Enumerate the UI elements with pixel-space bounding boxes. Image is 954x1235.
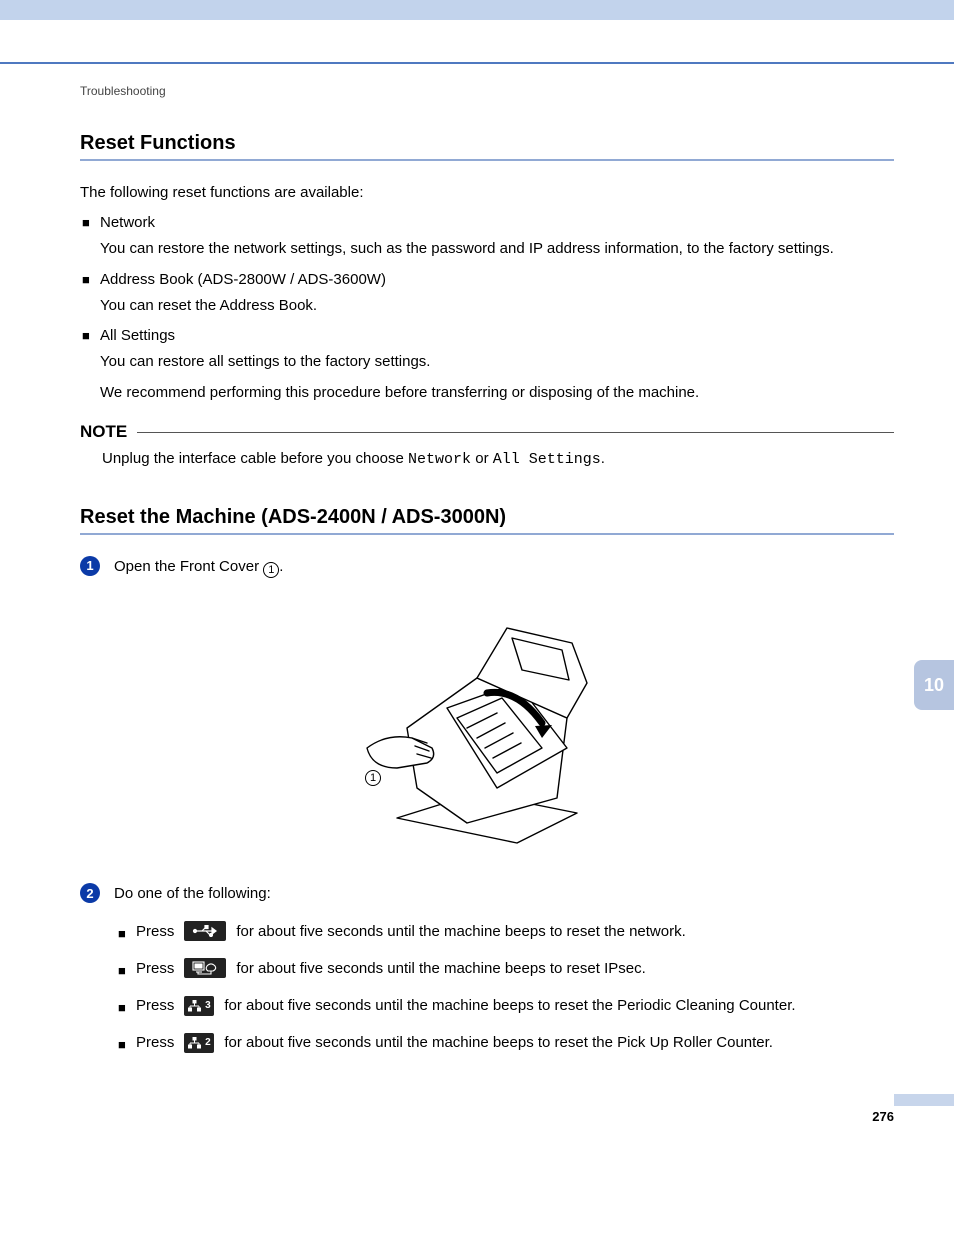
chapter-tab: 10 (914, 660, 954, 710)
badge-2: 2 (205, 1035, 211, 1051)
note-block: NOTE Unplug the interface cable before y… (80, 422, 894, 472)
note-mid: or (471, 450, 493, 467)
step-2: 2 Do one of the following: (80, 882, 894, 905)
press-text-pickup: for about five seconds until the machine… (224, 1031, 773, 1054)
note-mono-network: Network (408, 451, 471, 468)
step-1-text: Open the Front Cover 1. (114, 555, 894, 579)
scanner-diagram (337, 588, 637, 858)
machine-figure: 1 (80, 588, 894, 858)
net-2-icon: 2 (184, 1033, 214, 1053)
page-number: 276 (872, 1109, 894, 1124)
press-label: Press (136, 920, 174, 943)
step-1-suf: . (279, 558, 283, 575)
bullet-body-network: You can restore the network settings, su… (80, 237, 894, 260)
note-text: Unplug the interface cable before you ch… (80, 442, 894, 472)
step-1: 1 Open the Front Cover 1. (80, 555, 894, 579)
press-item-ipsec: Press for about five seconds until the m… (116, 957, 894, 980)
step-1-ref: 1 (263, 562, 279, 578)
note-pre: Unplug the interface cable before you ch… (102, 450, 408, 467)
top-accent-bar (0, 0, 954, 20)
bullet-body-allsettings-1: You can restore all settings to the fact… (80, 350, 894, 373)
heading-reset-functions: Reset Functions (80, 132, 894, 161)
page-content: Troubleshooting Reset Functions The foll… (0, 64, 954, 1109)
intro-text: The following reset functions are availa… (80, 181, 894, 204)
press-text-ipsec: for about five seconds until the machine… (236, 957, 645, 980)
note-label: NOTE (80, 422, 127, 442)
press-item-pickup: Press 2 for about five seconds until the… (116, 1031, 894, 1054)
net-3-icon: 3 (184, 996, 214, 1016)
press-text-cleaning: for about five seconds until the machine… (224, 994, 795, 1017)
step-number-1: 1 (80, 556, 100, 576)
note-suf: . (601, 450, 605, 467)
step-2-text: Do one of the following: (114, 882, 894, 905)
note-line (137, 432, 894, 433)
heading-reset-machine: Reset the Machine (ADS-2400N / ADS-3000N… (80, 506, 894, 535)
step-1-pre: Open the Front Cover (114, 558, 263, 575)
press-label: Press (136, 957, 174, 980)
usb-icon (184, 921, 226, 941)
press-item-cleaning: Press 3 for about five seconds until the… (116, 994, 894, 1017)
bullet-title-addressbook: Address Book (ADS-2800W / ADS-3600W) (80, 271, 894, 288)
press-label: Press (136, 994, 174, 1017)
pc-icon (184, 958, 226, 978)
bullet-body-addressbook: You can reset the Address Book. (80, 294, 894, 317)
press-item-network: Press for about five seconds until the m… (116, 920, 894, 943)
bullet-body-allsettings-2: We recommend performing this procedure b… (80, 381, 894, 404)
note-mono-allsettings: All Settings (493, 451, 601, 468)
press-list: Press for about five seconds until the m… (80, 920, 894, 1055)
press-label: Press (136, 1031, 174, 1054)
step-number-2: 2 (80, 883, 100, 903)
bullet-title-network: Network (80, 214, 894, 231)
breadcrumb: Troubleshooting (80, 84, 894, 98)
page-footer: 276 (0, 1109, 954, 1124)
footer-accent-bar (894, 1094, 954, 1106)
badge-3: 3 (205, 998, 211, 1014)
bullet-title-allsettings: All Settings (80, 327, 894, 344)
press-text-network: for about five seconds until the machine… (236, 920, 685, 943)
